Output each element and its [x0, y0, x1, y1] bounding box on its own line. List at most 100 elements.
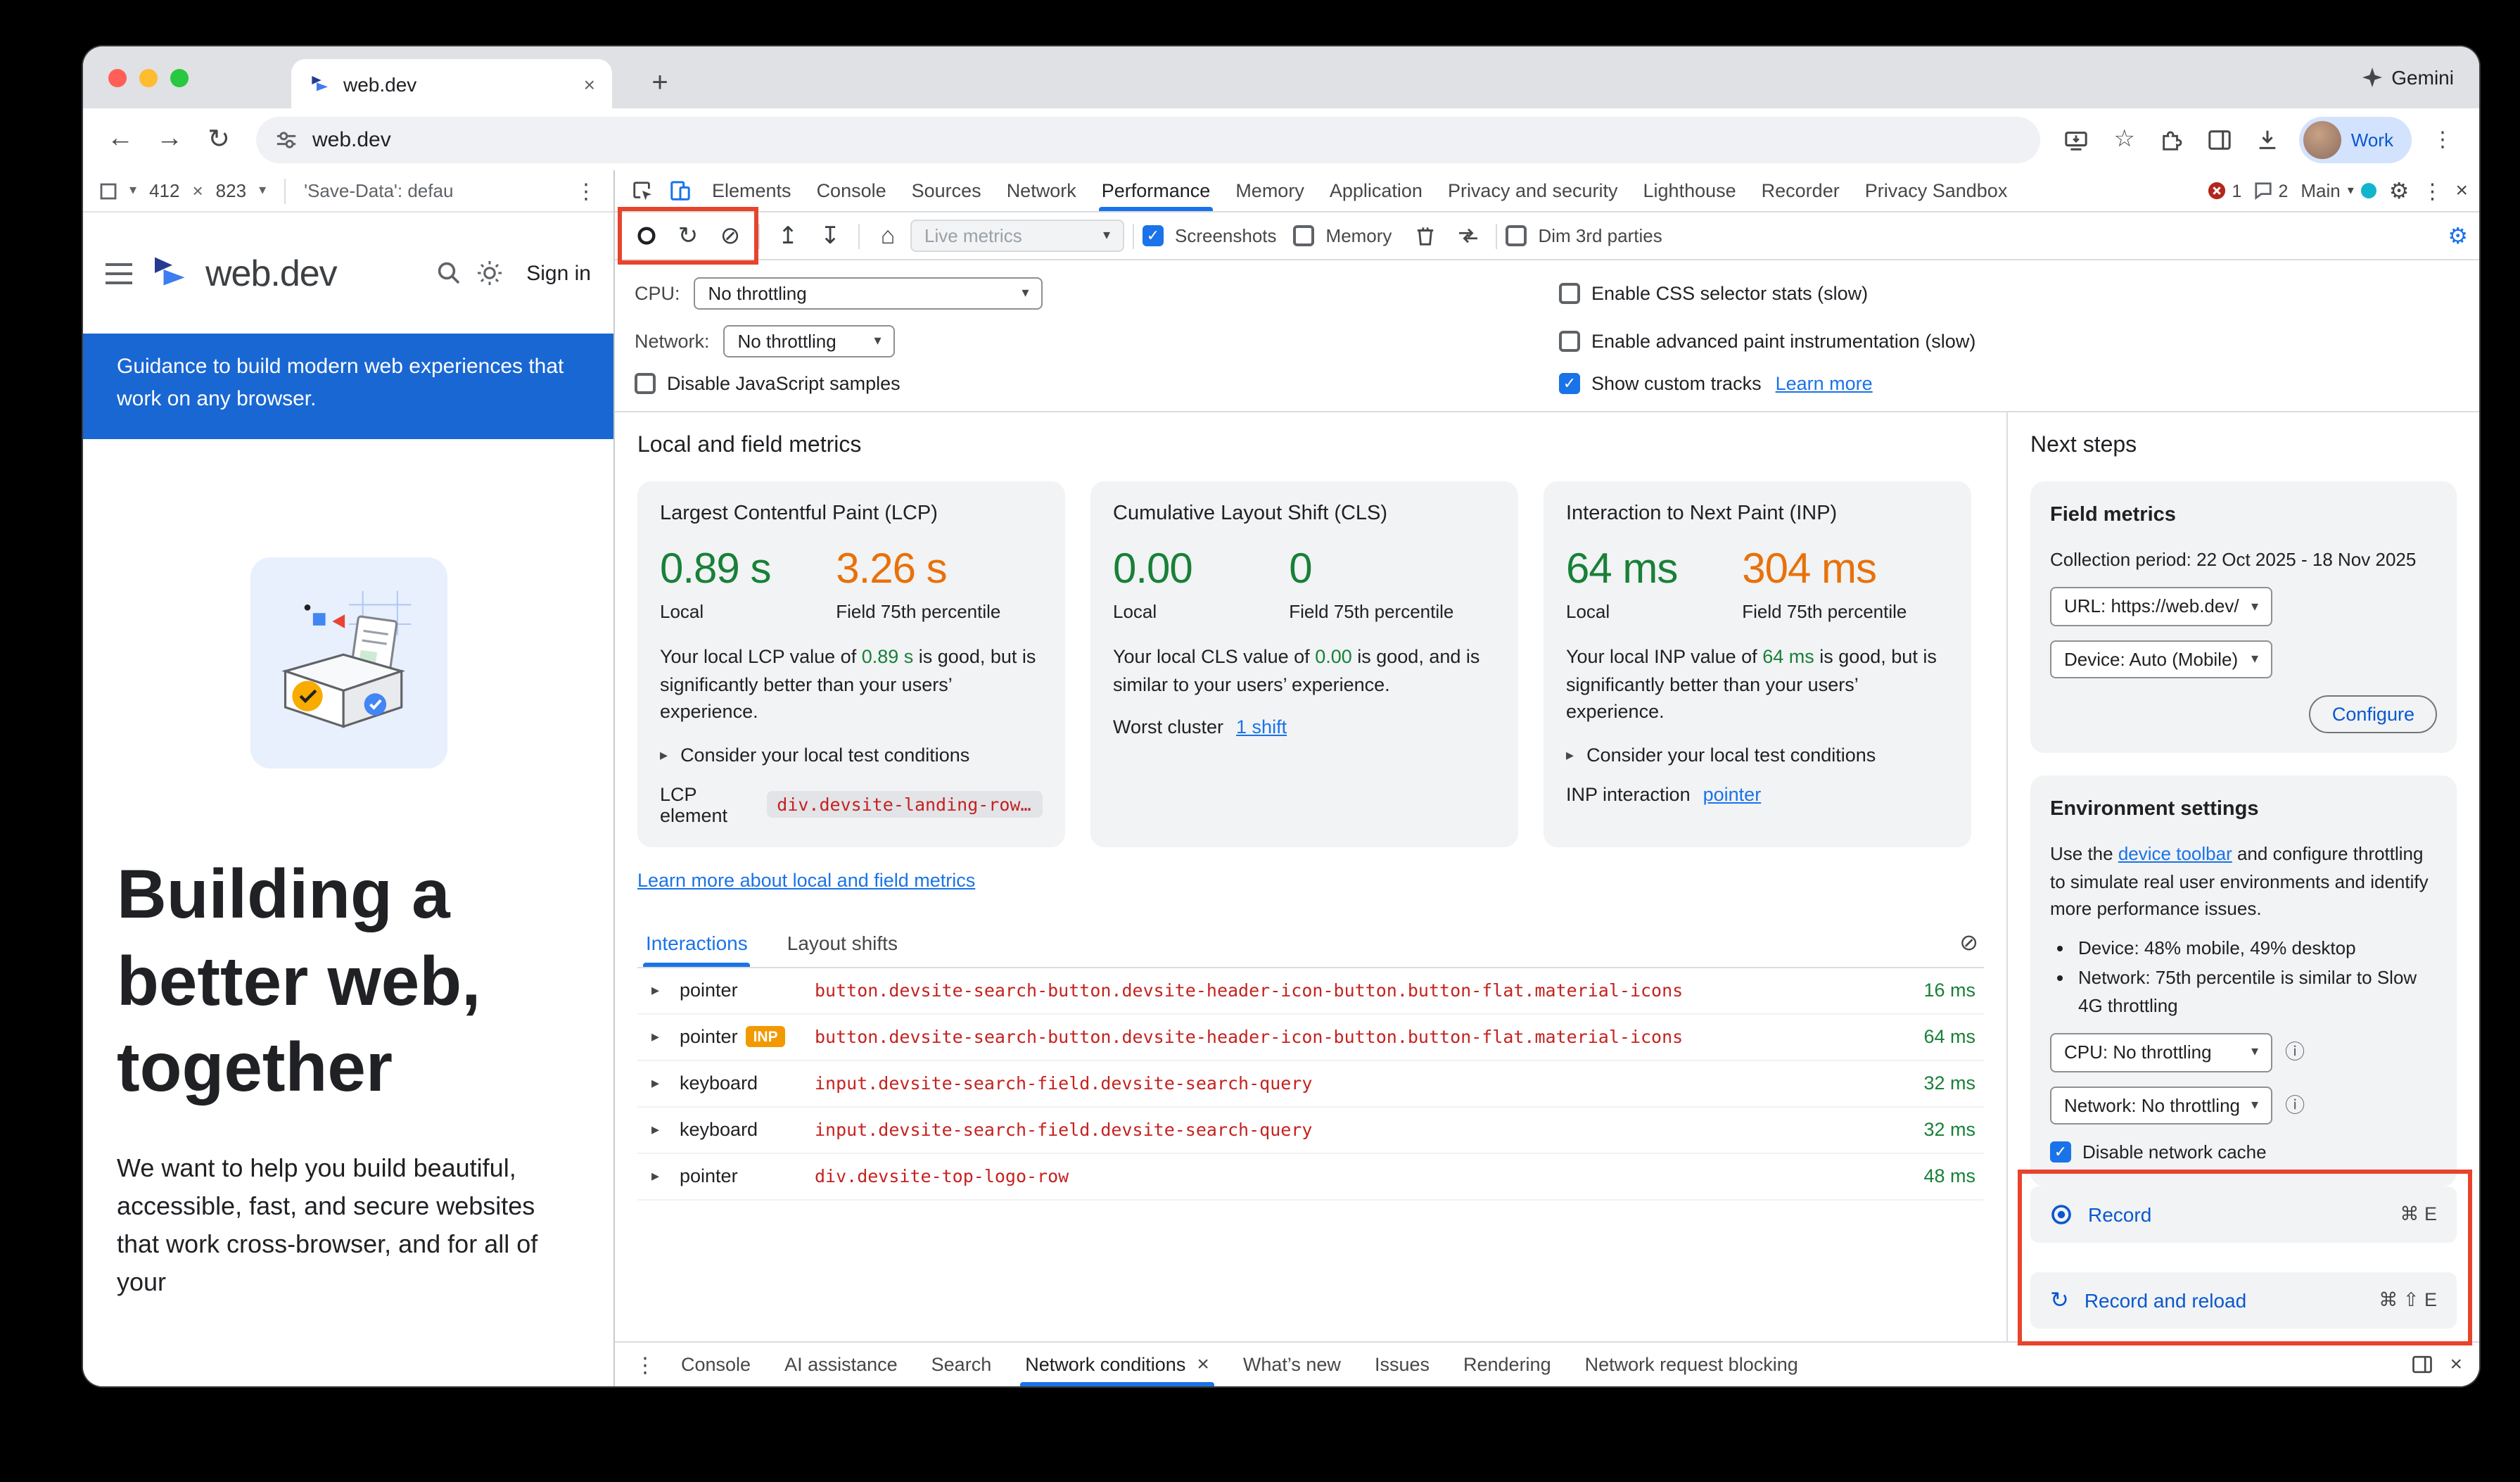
css-selector-stats-checkbox[interactable]: Enable CSS selector stats (slow) [1559, 283, 1868, 304]
browser-menu-icon[interactable]: ⋮ [2420, 117, 2465, 162]
throttle-dropdown[interactable]: 'Save-Data': defau [304, 180, 453, 201]
devtools-close-icon[interactable]: × [2455, 179, 2468, 203]
device-width[interactable]: 412 [149, 180, 179, 201]
memory-checkbox-box[interactable] [1294, 225, 1315, 246]
devtools-settings-icon[interactable]: ⚙ [2389, 177, 2410, 205]
env-cpu-select[interactable]: CPU: No throttling ▾ [2050, 1033, 2272, 1072]
maximize-window-button[interactable] [170, 68, 189, 87]
new-tab-button[interactable]: + [640, 63, 680, 103]
lcp-test-conditions-toggle[interactable]: ▸ Consider your local test conditions [660, 744, 1043, 765]
minimize-window-button[interactable] [139, 68, 158, 87]
drawer-menu-icon[interactable]: ⋮ [626, 1352, 664, 1377]
extensions-icon[interactable] [2150, 117, 2195, 162]
drawer-tab-rendering[interactable]: Rendering [1446, 1343, 1568, 1386]
record-and-reload-button[interactable]: ↻ Record and reload ⌘ ⇧ E [2030, 1272, 2457, 1328]
device-toolbar-link[interactable]: device toolbar [2118, 843, 2232, 864]
drawer-tab-ai-assistance[interactable]: AI assistance [768, 1343, 915, 1386]
network-throttle-icon[interactable] [1448, 217, 1487, 254]
back-button[interactable]: ← [97, 116, 144, 163]
metrics-learn-more-link[interactable]: Learn more about local and field metrics [637, 869, 975, 890]
search-icon[interactable] [436, 260, 462, 286]
drawer-tab-search[interactable]: Search [915, 1343, 1009, 1386]
show-custom-tracks-checkbox[interactable]: Show custom tracks [1559, 373, 1762, 394]
field-device-select[interactable]: Device: Auto (Mobile) ▾ [2050, 640, 2272, 679]
site-settings-icon[interactable] [276, 129, 297, 150]
drawer-tab-network-request-blocking[interactable]: Network request blocking [1568, 1343, 1815, 1386]
forward-button[interactable]: → [146, 116, 193, 163]
devtools-menu-icon[interactable]: ⋮ [2422, 178, 2443, 203]
interaction-row[interactable]: ▸ keyboard input.devsite-search-field.de… [637, 1060, 1984, 1107]
devtools-tab-lighthouse[interactable]: Lighthouse [1631, 170, 1749, 211]
interaction-row[interactable]: ▸ pointer div.devsite-top-logo-row 48 ms [637, 1153, 1984, 1200]
interaction-row[interactable]: ▸ keyboard input.devsite-search-field.de… [637, 1107, 1984, 1153]
lcp-element-code[interactable]: div.devsite-landing-row-ite… [767, 791, 1043, 818]
disable-network-cache-checkbox[interactable]: Disable network cache [2050, 1139, 2267, 1166]
address-bar[interactable]: web.dev [256, 116, 2040, 163]
side-panel-icon[interactable] [2198, 117, 2243, 162]
record-and-reload-icon[interactable]: ↻ [668, 217, 708, 254]
devtools-tab-performance[interactable]: Performance [1089, 170, 1223, 211]
reload-button[interactable]: ↻ [196, 116, 242, 163]
device-toolbar-menu-icon[interactable]: ⋮ [575, 178, 597, 203]
cls-worst-cluster-link[interactable]: 1 shift [1236, 716, 1287, 737]
paint-instrumentation-checkbox[interactable]: Enable advanced paint instrumentation (s… [1559, 331, 1975, 352]
error-badge[interactable]: 1 [2208, 181, 2242, 201]
row-expand-icon[interactable]: ▸ [651, 981, 680, 999]
inp-interaction-link[interactable]: pointer [1703, 783, 1762, 804]
network-info-icon[interactable]: ⓘ [2285, 1091, 2305, 1120]
drawer-tab-close-icon[interactable]: × [1197, 1353, 1209, 1376]
performance-settings-gear-icon[interactable]: ⚙ [2448, 222, 2468, 250]
device-height[interactable]: 823 [216, 180, 246, 201]
tab-layout-shifts[interactable]: Layout shifts [784, 918, 901, 966]
row-expand-icon[interactable]: ▸ [651, 1120, 680, 1139]
live-metrics-home-icon[interactable]: ⌂ [868, 217, 908, 254]
browser-tab[interactable]: web.dev × [291, 59, 612, 108]
record-icon[interactable] [626, 217, 666, 254]
custom-tracks-learn-more-link[interactable]: Learn more [1776, 373, 1873, 394]
zoom-dropdown-icon[interactable]: ▾ [259, 183, 266, 198]
devtools-tab-memory[interactable]: Memory [1223, 170, 1317, 211]
row-expand-icon[interactable]: ▸ [651, 1027, 680, 1046]
save-profile-icon[interactable]: ↧ [810, 217, 850, 254]
drawer-tab-whats-new[interactable]: What’s new [1226, 1343, 1358, 1386]
install-app-icon[interactable] [2054, 117, 2099, 162]
announcement-banner[interactable]: Guidance to build modern web experiences… [83, 334, 613, 439]
screenshots-checkbox-box[interactable] [1143, 225, 1164, 246]
sign-in-button[interactable]: Sign in [526, 261, 591, 285]
dim-3rd-parties-checkbox-box[interactable] [1506, 225, 1527, 246]
cpu-throttling-select[interactable]: No throttling ▾ [694, 277, 1043, 310]
dimensions-caret-icon[interactable]: ▾ [129, 183, 136, 198]
drawer-tab-console[interactable]: Console [664, 1343, 768, 1386]
dim-3rd-parties-checkbox[interactable]: Dim 3rd parties [1506, 225, 1662, 246]
gemini-chip[interactable]: Gemini [2362, 66, 2454, 89]
devtools-tab-privacy[interactable]: Privacy and security [1435, 170, 1631, 211]
drawer-tab-issues[interactable]: Issues [1358, 1343, 1446, 1386]
devtools-tab-recorder[interactable]: Recorder [1749, 170, 1852, 211]
disable-js-samples-box[interactable] [635, 373, 656, 394]
screenshots-checkbox[interactable]: Screenshots [1143, 225, 1277, 246]
load-profile-icon[interactable]: ↥ [768, 217, 808, 254]
devtools-tab-console[interactable]: Console [804, 170, 899, 211]
inspect-element-icon[interactable] [623, 172, 661, 209]
bookmark-star-icon[interactable]: ☆ [2102, 117, 2147, 162]
memory-checkbox[interactable]: Memory [1294, 225, 1392, 246]
clear-interactions-icon[interactable]: ⊘ [1959, 928, 1978, 956]
row-expand-icon[interactable]: ▸ [651, 1074, 680, 1092]
drawer-tab-network-conditions[interactable]: Network conditions × [1008, 1343, 1226, 1386]
hamburger-menu-icon[interactable] [106, 262, 132, 284]
inp-test-conditions-toggle[interactable]: ▸ Consider your local test conditions [1566, 744, 1949, 765]
close-window-button[interactable] [108, 68, 127, 87]
field-url-select[interactable]: URL: https://web.dev/ ▾ [2050, 588, 2272, 626]
row-expand-icon[interactable]: ▸ [651, 1167, 680, 1185]
devtools-tab-application[interactable]: Application [1317, 170, 1435, 211]
network-throttling-select[interactable]: No throttling ▾ [724, 325, 896, 357]
tab-interactions[interactable]: Interactions [643, 918, 751, 966]
devtools-tab-network[interactable]: Network [994, 170, 1089, 211]
cpu-info-icon[interactable]: ⓘ [2285, 1038, 2305, 1068]
profile-chip[interactable]: Work [2299, 116, 2412, 163]
device-toolbar-toggle-icon[interactable] [661, 172, 699, 209]
message-badge[interactable]: 2 [2254, 181, 2288, 201]
interaction-row[interactable]: ▸ pointer button.devsite-search-button.d… [637, 968, 1984, 1014]
paint-instrumentation-box[interactable] [1559, 331, 1580, 352]
dimensions-dropdown-icon[interactable] [100, 182, 117, 199]
